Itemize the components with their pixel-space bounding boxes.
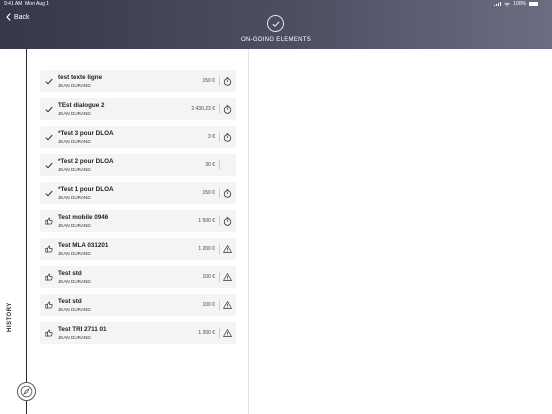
- item-amount: 100 €: [202, 302, 215, 308]
- item-separator: [219, 104, 220, 114]
- header-bar: 9:41 AM Mon Aug 1 100% Back ON-GOING ELE…: [0, 0, 552, 49]
- thumbs-up-icon: [45, 301, 53, 309]
- item-title: test texte ligne: [58, 74, 103, 81]
- item-owner: JEAN DURAND: [58, 251, 91, 256]
- item-title: Test std: [58, 298, 82, 305]
- stopwatch-icon: [223, 216, 232, 226]
- warning-icon: [223, 300, 232, 310]
- item-amount: 100 €: [202, 274, 215, 280]
- panel-divider: [248, 49, 249, 414]
- check-icon: [45, 105, 53, 113]
- status-bar: 9:41 AM Mon Aug 1 100%: [0, 0, 552, 8]
- battery-percent: 100%: [513, 1, 526, 7]
- item-separator: [219, 300, 220, 310]
- item-owner: JEAN DURAND: [58, 307, 91, 312]
- list-item[interactable]: Test TRI 2711 01 JEAN DURAND 1 200 €: [40, 322, 236, 344]
- item-separator: [219, 328, 220, 338]
- item-amount: 1 200 €: [198, 330, 215, 336]
- item-title: Test mobile 0946: [58, 214, 109, 221]
- stopwatch-icon: [223, 188, 232, 198]
- item-owner: JEAN DURAND: [58, 139, 91, 144]
- item-title: Test std: [58, 270, 82, 277]
- check-circle-icon: [267, 15, 284, 32]
- item-owner: JEAN DURAND: [58, 223, 91, 228]
- list-item[interactable]: Test MLA 031201 JEAN DURAND 1 200 €: [40, 238, 236, 260]
- thumbs-up-icon: [45, 245, 53, 253]
- item-owner: JEAN DURAND: [58, 279, 91, 284]
- check-icon: [45, 189, 53, 197]
- item-title: TEst dialogue 2: [58, 102, 105, 109]
- check-icon: [45, 77, 53, 85]
- thumbs-up-icon: [45, 217, 53, 225]
- elements-list: test texte ligne JEAN DURAND 150 € TEst dia…: [40, 70, 236, 350]
- check-icon: [45, 133, 53, 141]
- signal-icon: [494, 2, 502, 6]
- thumbs-up-icon: [45, 329, 53, 337]
- warning-icon: [223, 244, 232, 254]
- compass-icon[interactable]: [17, 382, 36, 401]
- list-item[interactable]: Test mobile 0946 JEAN DURAND 1 500 €: [40, 210, 236, 232]
- back-label: Back: [14, 13, 30, 21]
- item-amount: 1 200 €: [198, 246, 215, 252]
- warning-icon: [223, 328, 232, 338]
- item-amount: 3 €: [208, 134, 215, 140]
- item-title: Test TRI 2711 01: [58, 326, 107, 333]
- item-separator: [219, 216, 220, 226]
- thumbs-up-icon: [45, 273, 53, 281]
- list-item[interactable]: test texte ligne JEAN DURAND 150 €: [40, 70, 236, 92]
- back-button[interactable]: Back: [6, 13, 30, 21]
- item-amount: 30 €: [205, 162, 215, 168]
- timeline-rail: [26, 49, 27, 414]
- item-owner: JEAN DURAND: [58, 167, 91, 172]
- chevron-left-icon: [6, 13, 11, 21]
- item-title: *Test 1 pour DLOA: [58, 186, 114, 193]
- stopwatch-icon: [223, 132, 232, 142]
- history-tab[interactable]: HISTORY: [7, 302, 13, 332]
- item-amount: 150 €: [202, 78, 215, 84]
- item-amount: 1 500 €: [198, 218, 215, 224]
- list-item[interactable]: *Test 3 pour DLOA JEAN DURAND 3 €: [40, 126, 236, 148]
- battery-icon: [529, 2, 538, 6]
- item-owner: JEAN DURAND: [58, 195, 91, 200]
- item-amount: 2 430.23 €: [191, 106, 215, 112]
- item-separator: [219, 76, 220, 86]
- item-separator: [219, 272, 220, 282]
- list-item[interactable]: TEst dialogue 2 JEAN DURAND 2 430.23 €: [40, 98, 236, 120]
- item-title: *Test 2 pour DLOA: [58, 158, 114, 165]
- stopwatch-icon: [223, 76, 232, 86]
- check-icon: [45, 161, 53, 169]
- stopwatch-icon: [223, 104, 232, 114]
- warning-icon: [223, 272, 232, 282]
- status-indicators: 100%: [494, 1, 538, 7]
- item-separator: [219, 160, 220, 170]
- item-title: *Test 3 pour DLOA: [58, 130, 114, 137]
- item-separator: [219, 188, 220, 198]
- list-item[interactable]: *Test 2 pour DLOA JEAN DURAND 30 €: [40, 154, 236, 176]
- page-title: ON-GOING ELEMENTS: [240, 37, 312, 43]
- item-owner: JEAN DURAND: [58, 335, 91, 340]
- wifi-icon: [504, 2, 510, 7]
- list-item[interactable]: Test std JEAN DURAND 100 €: [40, 294, 236, 316]
- item-separator: [219, 132, 220, 142]
- list-item[interactable]: Test std JEAN DURAND 100 €: [40, 266, 236, 288]
- item-owner: JEAN DURAND: [58, 111, 91, 116]
- item-separator: [219, 244, 220, 254]
- item-amount: 150 €: [202, 190, 215, 196]
- list-item[interactable]: *Test 1 pour DLOA JEAN DURAND 150 €: [40, 182, 236, 204]
- item-title: Test MLA 031201: [58, 242, 109, 249]
- item-owner: JEAN DURAND: [58, 83, 91, 88]
- status-time: 9:41 AM Mon Aug 1: [4, 1, 50, 7]
